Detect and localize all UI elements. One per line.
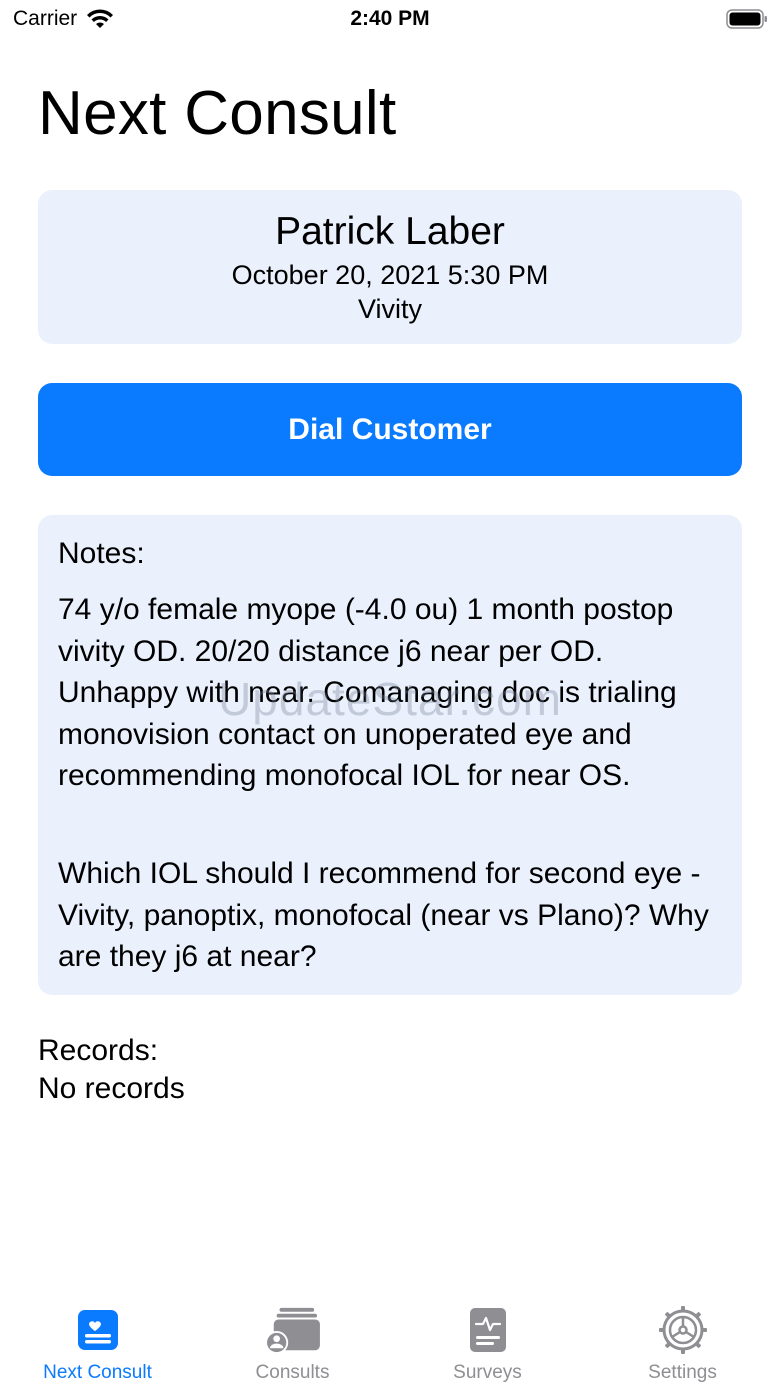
records-heading: Records: [38, 1034, 159, 1067]
page-title: Next Consult [38, 79, 397, 148]
status-bar: Carrier 2:40 PM [0, 0, 780, 40]
consult-product: Vivity [357, 294, 423, 324]
survey-document-icon [469, 1308, 506, 1352]
tab-consults[interactable]: Consults [195, 1290, 390, 1387]
tab-settings[interactable]: Settings [585, 1290, 780, 1387]
tab-label: Surveys [453, 1362, 522, 1383]
notes-body: 74 y/o female myope (-4.0 ou) 1 month po… [58, 593, 677, 792]
gear-icon [658, 1306, 707, 1354]
records-empty-state: No records [38, 1072, 185, 1105]
notes-heading: Notes: [58, 537, 145, 570]
tab-bar: Next Consult Consults Surveys Settings [0, 1290, 780, 1387]
battery-icon [726, 9, 767, 29]
tab-label: Settings [648, 1362, 717, 1383]
notes-question: Which IOL should I recommend for second … [58, 857, 709, 973]
consults-stack-icon [264, 1307, 320, 1355]
tab-surveys[interactable]: Surveys [390, 1290, 585, 1387]
tab-next-consult[interactable]: Next Consult [0, 1290, 195, 1387]
tab-label: Next Consult [43, 1362, 152, 1383]
consult-datetime: October 20, 2021 5:30 PM [231, 260, 549, 290]
notes-card: Notes: 74 y/o female myope (-4.0 ou) 1 m… [38, 515, 742, 995]
consult-card-icon [77, 1310, 118, 1350]
dial-customer-button[interactable]: Dial Customer [38, 383, 742, 476]
tab-label: Consults [255, 1362, 330, 1383]
patient-name: Patrick Laber [275, 210, 505, 253]
consult-summary-card: Patrick Laber October 20, 2021 5:30 PM V… [38, 190, 742, 344]
status-time: 2:40 PM [350, 7, 430, 30]
